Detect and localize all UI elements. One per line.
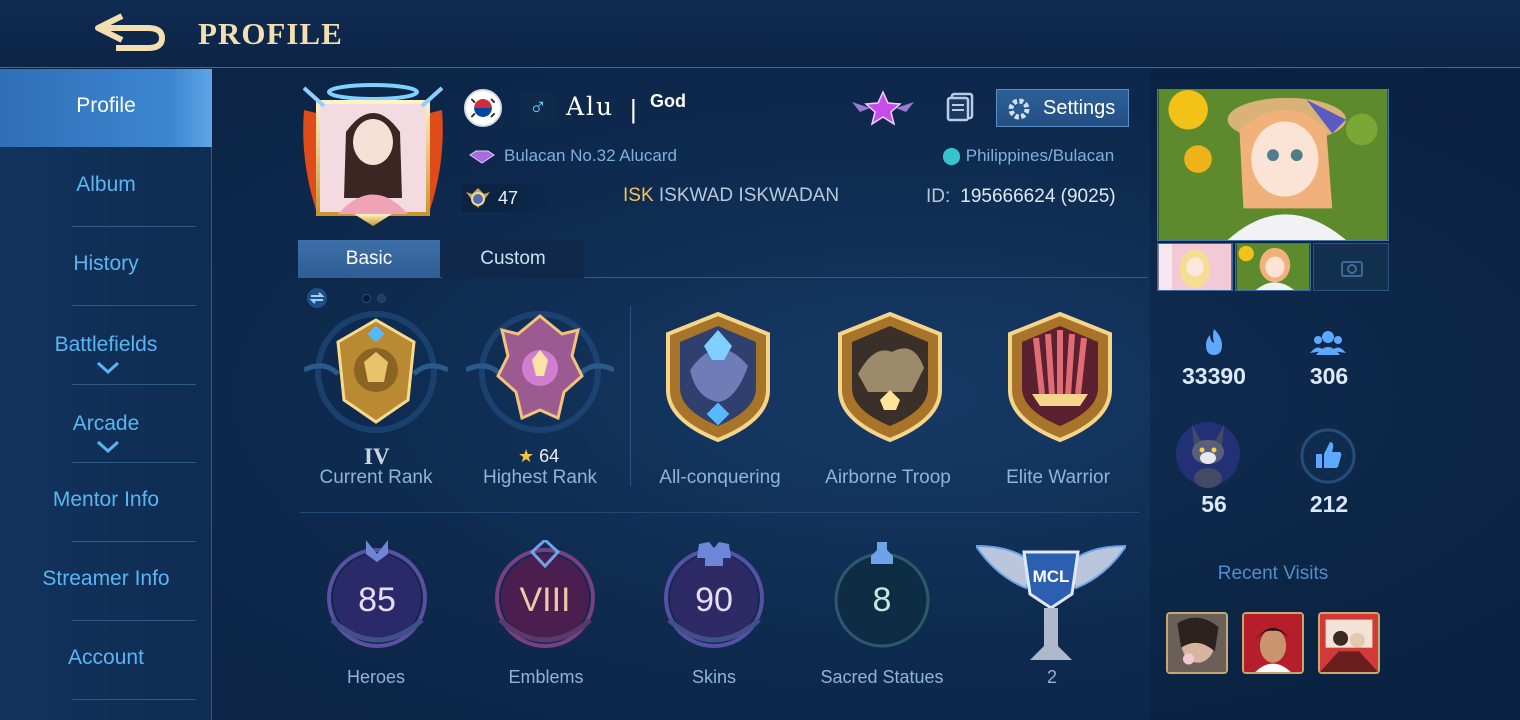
level-badge: 47 bbox=[462, 184, 552, 212]
mcl-trophy-icon[interactable]: MCL bbox=[976, 536, 1126, 662]
sidebar-item-mentor-info[interactable]: Mentor Info bbox=[0, 463, 212, 541]
divider bbox=[72, 384, 196, 385]
star-rank-icon[interactable] bbox=[850, 90, 916, 126]
recent-visits-heading: Recent Visits bbox=[1217, 563, 1329, 584]
location-pin-icon: ⬤ bbox=[942, 146, 962, 165]
highest-rank-star-count: 64 bbox=[539, 446, 560, 466]
page-dot-active bbox=[377, 294, 386, 303]
sidebar-item-label: History bbox=[73, 252, 139, 275]
flame-icon bbox=[1206, 329, 1222, 355]
squad-abbreviation: ISK bbox=[623, 185, 654, 206]
location-text: Philippines/Bulacan bbox=[965, 146, 1115, 165]
avatar[interactable] bbox=[298, 80, 448, 226]
player-name: Alu bbox=[566, 92, 615, 121]
friends-icon bbox=[1310, 331, 1346, 355]
pet-value: 56 bbox=[1201, 491, 1227, 517]
sidebar-item-label: Mentor Info bbox=[52, 488, 160, 511]
player-tag: God bbox=[650, 91, 686, 111]
emblems-level: VIII bbox=[519, 581, 571, 619]
sidebar-item-label: Account bbox=[68, 646, 144, 669]
heroes-label: Heroes bbox=[346, 667, 406, 687]
elite-warrior-label: Elite Warrior bbox=[1006, 467, 1110, 488]
skins-count: 90 bbox=[695, 581, 733, 619]
male-gender-icon: ♂ bbox=[520, 92, 556, 126]
all-conquering-label: All-conquering bbox=[659, 467, 781, 488]
elite-warrior-medal-icon[interactable] bbox=[992, 310, 1128, 446]
sidebar-item-label: Battlefields bbox=[54, 333, 158, 356]
tab-basic[interactable]: Basic bbox=[298, 240, 440, 278]
id-value: 195666624 (9025) bbox=[960, 186, 1116, 207]
cover-thumbnail-2[interactable] bbox=[1235, 243, 1311, 291]
sidebar-item-account[interactable]: Account bbox=[0, 621, 212, 699]
squad-full-name: ISKWAD ISKWADAN bbox=[658, 185, 840, 206]
player-title-text: Bulacan No.32 Alucard bbox=[504, 146, 677, 165]
cover-thumbnail-empty[interactable] bbox=[1313, 243, 1389, 291]
airborne-troop-label: Airborne Troop bbox=[825, 467, 951, 488]
pet-icon[interactable] bbox=[1172, 412, 1244, 492]
star-icon: ★ bbox=[518, 446, 535, 466]
location: ⬤ Philippines/Bulacan bbox=[942, 146, 1114, 166]
player-id: ID: 195666624 (9025) bbox=[926, 186, 1116, 208]
popularity-value: 33390 bbox=[1182, 363, 1246, 389]
divider bbox=[72, 305, 196, 306]
like-icon[interactable] bbox=[1300, 428, 1356, 484]
profile-cover-image[interactable] bbox=[1157, 89, 1389, 241]
mcl-trophy-count: 2 bbox=[1046, 667, 1057, 687]
divider bbox=[630, 306, 631, 486]
highest-rank-stars: ★ 64 bbox=[518, 446, 559, 467]
chevron-down-icon bbox=[96, 440, 120, 454]
svg-text:MCL: MCL bbox=[1033, 567, 1070, 586]
cover-thumbnail-1[interactable] bbox=[1157, 243, 1233, 291]
divider bbox=[300, 512, 1140, 513]
squad-name[interactable]: ISK ISKWAD ISKWADAN bbox=[623, 185, 839, 207]
emblems-label: Emblems bbox=[508, 667, 584, 687]
id-label: ID: bbox=[926, 186, 951, 207]
swap-icon[interactable] bbox=[306, 287, 328, 309]
skins-label: Skins bbox=[691, 667, 736, 687]
sacred-statues-count: 8 bbox=[872, 581, 892, 619]
gear-icon bbox=[1008, 98, 1030, 120]
current-rank-label: Current Rank bbox=[319, 467, 433, 488]
tab-custom[interactable]: Custom bbox=[442, 240, 584, 278]
level-value: 47 bbox=[498, 188, 519, 208]
back-arrow-icon[interactable] bbox=[92, 10, 168, 54]
airborne-troop-medal-icon[interactable] bbox=[822, 310, 958, 446]
sidebar-item-label: Album bbox=[76, 173, 136, 196]
page-indicator bbox=[362, 290, 392, 308]
sidebar-item-label: Arcade bbox=[72, 412, 140, 435]
highest-rank-medal-icon[interactable] bbox=[466, 310, 614, 440]
sidebar-item-label: Profile bbox=[76, 94, 136, 117]
name-separator: | bbox=[630, 94, 637, 124]
divider bbox=[72, 699, 196, 700]
wings-icon bbox=[466, 188, 490, 208]
diamond-icon bbox=[469, 150, 495, 164]
chevron-down-icon bbox=[96, 361, 120, 375]
sidebar-item-history[interactable]: History bbox=[0, 227, 212, 305]
settings-label: Settings bbox=[1043, 97, 1116, 119]
visitor-avatar[interactable] bbox=[1166, 612, 1228, 674]
current-rank-medal-icon[interactable] bbox=[304, 310, 448, 440]
page-title: PROFILE bbox=[198, 16, 343, 51]
sidebar-item-profile[interactable]: Profile bbox=[0, 69, 212, 147]
book-icon[interactable] bbox=[944, 91, 976, 123]
sidebar-item-label: Streamer Info bbox=[42, 567, 170, 590]
visitor-avatar[interactable] bbox=[1242, 612, 1304, 674]
heroes-count: 85 bbox=[358, 581, 396, 619]
settings-button[interactable]: Settings bbox=[996, 89, 1129, 127]
profile-tabs: Basic Custom bbox=[298, 240, 1148, 278]
korea-flag-icon bbox=[464, 89, 502, 127]
player-title: Bulacan No.32 Alucard bbox=[468, 146, 677, 166]
page-dot bbox=[362, 294, 371, 303]
top-bar: PROFILE bbox=[0, 0, 1520, 68]
camera-icon bbox=[1341, 261, 1363, 277]
highest-rank-label: Highest Rank bbox=[482, 467, 598, 488]
sacred-statues-label: Sacred Statues bbox=[820, 667, 944, 687]
likes-value: 212 bbox=[1309, 491, 1349, 517]
sidebar-item-streamer-info[interactable]: Streamer Info bbox=[0, 542, 212, 620]
visitor-avatar[interactable] bbox=[1318, 612, 1380, 674]
sidebar: Profile Album History Battlefields Arcad… bbox=[0, 69, 212, 720]
all-conquering-medal-icon[interactable] bbox=[650, 310, 786, 446]
sidebar-item-album[interactable]: Album bbox=[0, 148, 212, 226]
friends-value: 306 bbox=[1309, 363, 1349, 389]
